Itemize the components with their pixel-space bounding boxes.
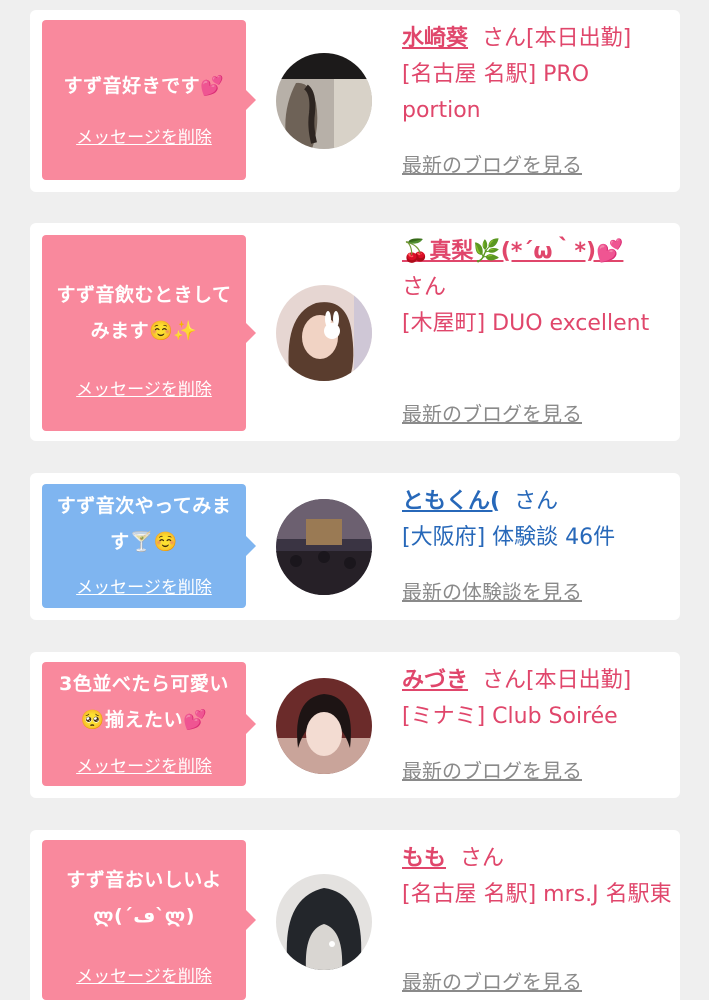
message-bubble: すず音次やってみます🍸☺️ メッセージを削除 [42, 484, 256, 608]
sender-info: もも さん [名古屋 名駅] mrs.J 名駅東 [402, 841, 672, 913]
sender-name-link[interactable]: ともくん( [402, 489, 500, 514]
shop-name: [名古屋 名駅] PRO portion [402, 62, 590, 123]
latest-blog-link[interactable]: 最新のブログを見る [402, 149, 582, 178]
avatar[interactable] [276, 874, 372, 970]
message-bubble: すず音飲むときしてみます☺️✨ メッセージを削除 [42, 235, 256, 431]
message-card: すず音飲むときしてみます☺️✨ メッセージを削除 🍒真梨🌿(*´ω｀*)💕 さん… [30, 223, 680, 441]
message-text: すず音飲むときしてみます☺️✨ [56, 284, 232, 342]
message-bubble: すず音おいしいよლ(´ڡ`ლ) メッセージを削除 [42, 840, 256, 1000]
delete-message-link[interactable]: メッセージを削除 [42, 573, 246, 598]
message-card: すず音おいしいよლ(´ڡ`ლ) メッセージを削除 もも さん [名古屋 名駅] m… [30, 830, 680, 1000]
latest-blog-link[interactable]: 最新のブログを見る [402, 398, 582, 427]
honorific: さん [402, 275, 447, 300]
sender-name-link[interactable]: もも [402, 846, 446, 871]
avatar[interactable] [276, 53, 372, 149]
sender-name-link[interactable]: みづき [402, 668, 468, 693]
message-text: 3色並べたら可愛い🥺揃えたい💕 [59, 673, 229, 731]
honorific: さん [514, 489, 559, 514]
delete-message-link[interactable]: メッセージを削除 [42, 752, 246, 777]
latest-experience-link[interactable]: 最新の体験談を見る [402, 576, 582, 605]
sender-info: 水崎葵 さん[本日出勤] [名古屋 名駅] PRO portion [402, 21, 672, 129]
honorific: さん [482, 26, 527, 51]
message-card: すず音次やってみます🍸☺️ メッセージを削除 ともくん( さん [大阪府] 体験談… [30, 473, 680, 620]
message-card: すず音好きです💕 メッセージを削除 水崎葵 さん[本日出勤] [名古屋 名駅] P… [30, 10, 680, 192]
avatar[interactable] [276, 499, 372, 595]
sender-info: ともくん( さん [大阪府] 体験談 46件 [402, 484, 672, 556]
honorific: さん [460, 846, 505, 871]
sender-name-link[interactable]: 水崎葵 [402, 26, 468, 51]
delete-message-link[interactable]: メッセージを削除 [42, 375, 246, 400]
shop-name: [大阪府] 体験談 46件 [402, 525, 616, 550]
shop-name: [ミナミ] Club Soirée [402, 704, 618, 729]
work-status: [本日出勤] [526, 26, 632, 51]
message-text: すず音おいしいよლ(´ڡ`ლ) [66, 869, 222, 927]
sender-info: 🍒真梨🌿(*´ω｀*)💕 さん [木屋町] DUO excellent [402, 234, 672, 342]
avatar[interactable] [276, 678, 372, 774]
delete-message-link[interactable]: メッセージを削除 [42, 962, 246, 987]
honorific: さん [482, 668, 527, 693]
latest-blog-link[interactable]: 最新のブログを見る [402, 966, 582, 995]
shop-name: [名古屋 名駅] mrs.J 名駅東 [402, 882, 672, 907]
message-bubble: 3色並べたら可愛い🥺揃えたい💕 メッセージを削除 [42, 662, 256, 786]
shop-name: [木屋町] DUO excellent [402, 311, 650, 336]
avatar[interactable] [276, 285, 372, 381]
work-status: [本日出勤] [526, 668, 632, 693]
message-text: すず音好きです💕 [63, 75, 225, 97]
message-bubble: すず音好きです💕 メッセージを削除 [42, 20, 256, 180]
message-text: すず音次やってみます🍸☺️ [56, 495, 232, 553]
sender-name-link[interactable]: 🍒真梨🌿(*´ω｀*)💕 [402, 239, 623, 264]
sender-info: みづき さん[本日出勤] [ミナミ] Club Soirée [402, 663, 672, 735]
delete-message-link[interactable]: メッセージを削除 [42, 123, 246, 148]
latest-blog-link[interactable]: 最新のブログを見る [402, 755, 582, 784]
message-card: 3色並べたら可愛い🥺揃えたい💕 メッセージを削除 みづき さん[本日出勤] [ミナ… [30, 652, 680, 798]
